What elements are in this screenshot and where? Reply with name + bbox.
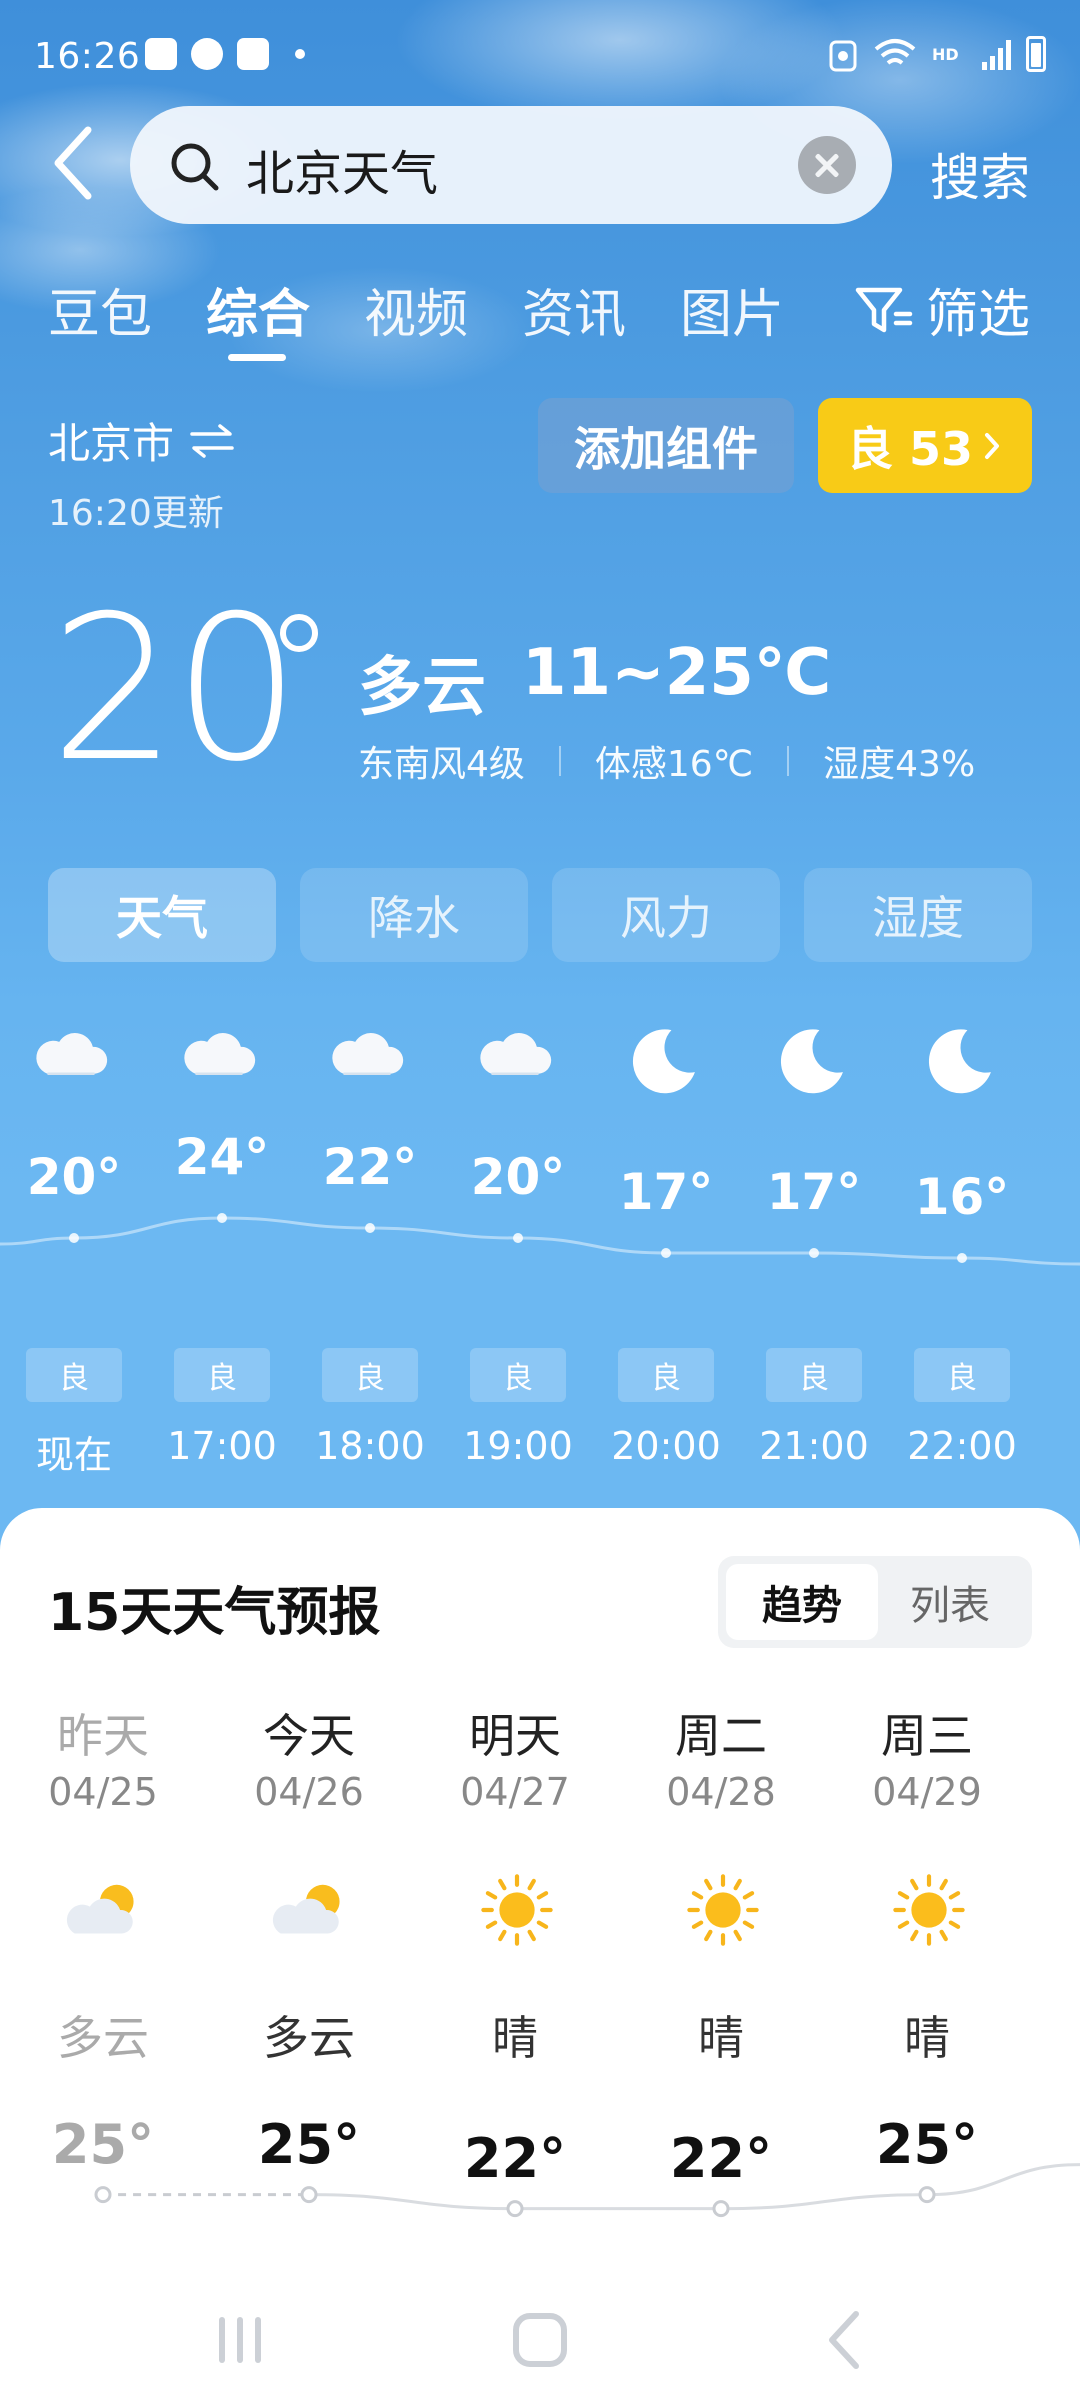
hourly-aqi-chip: 良 xyxy=(618,1348,714,1402)
chevron-left-icon xyxy=(54,126,92,200)
hourly-time: 19:00 xyxy=(463,1424,573,1468)
daily-temperature-curve xyxy=(94,2163,1080,2218)
back-button[interactable] xyxy=(40,118,110,208)
hourly-temp: 20° xyxy=(470,1148,566,1206)
hourly-curve-point xyxy=(217,1213,227,1223)
current-details: 东南风4级 体感16℃ 湿度43% xyxy=(358,735,975,787)
hourly-curve-point xyxy=(661,1248,671,1258)
search-button[interactable]: 搜索 xyxy=(930,138,1030,210)
cloud-icon xyxy=(177,1020,267,1100)
current-summary: 多云 11~25℃ xyxy=(358,636,831,728)
hourly-aqi-chip: 良 xyxy=(914,1348,1010,1402)
hourly-time: 18:00 xyxy=(315,1424,425,1468)
hourly-curve-point xyxy=(809,1248,819,1258)
degree-symbol xyxy=(280,614,318,652)
hourly-time: 22:00 xyxy=(907,1424,1017,1468)
segment-wind[interactable]: 风力 xyxy=(552,868,780,962)
hourly-curve-point xyxy=(365,1223,375,1233)
search-query: 北京天气 xyxy=(246,146,439,202)
filter-icon xyxy=(855,287,913,332)
feels-like: 体感16℃ xyxy=(594,744,754,785)
moon-icon xyxy=(769,1020,859,1100)
city-switcher[interactable]: 北京市 xyxy=(48,410,236,471)
cloud-icon xyxy=(29,1020,119,1100)
hourly-aqi-chip: 良 xyxy=(322,1348,418,1402)
clear-search-button[interactable] xyxy=(798,136,856,194)
segment-precipitation[interactable]: 降水 xyxy=(300,868,528,962)
hourly-temp: 24° xyxy=(174,1128,270,1186)
more-notifications-icon xyxy=(295,49,305,59)
city-name: 北京市 xyxy=(48,419,175,468)
moon-icon xyxy=(621,1020,711,1100)
forecast-card: 15天天气预报 趋势 列表 昨天 04/25 多云 25° 今天 04/26 多云 25° 明天… xyxy=(0,1508,1080,2400)
signal-icon xyxy=(982,40,1011,70)
tab-news[interactable]: 资讯 xyxy=(522,272,626,347)
daily-curve-point xyxy=(506,2200,524,2218)
daily-curve-point xyxy=(94,2186,112,2204)
tab-images[interactable]: 图片 xyxy=(680,272,784,347)
recent-apps-button[interactable] xyxy=(219,2317,261,2363)
aqi-label: 良 53 xyxy=(846,421,974,476)
segment-weather[interactable]: 天气 xyxy=(48,868,276,962)
hourly-temperature-curve xyxy=(0,1213,1080,1266)
hourly-aqi-chip: 良 xyxy=(174,1348,270,1402)
hourly-time: 21:00 xyxy=(759,1424,869,1468)
search-icon xyxy=(171,143,219,191)
system-navigation-bar xyxy=(219,2311,859,2369)
sync-icon xyxy=(191,38,223,70)
tab-general[interactable]: 综合 xyxy=(206,272,310,347)
hourly-temp: 22° xyxy=(322,1138,418,1196)
chevron-right-icon xyxy=(985,432,1000,459)
aqi-badge[interactable]: 良 53 xyxy=(818,398,1032,493)
temperature-range: 11~25℃ xyxy=(522,636,832,710)
status-system-icons: HD xyxy=(828,36,1046,72)
divider xyxy=(558,746,561,776)
daily-curve-point xyxy=(300,2186,318,2204)
switch-arrows-icon xyxy=(190,423,234,458)
cloud-icon xyxy=(473,1020,563,1100)
media-icon xyxy=(237,38,269,70)
home-button[interactable] xyxy=(513,2313,567,2367)
tab-doubao[interactable]: 豆包 xyxy=(48,272,152,347)
hourly-time: 现在 xyxy=(35,1433,112,1477)
hourly-aqi-chip: 良 xyxy=(470,1348,566,1402)
hourly-temp: 20° xyxy=(26,1148,122,1206)
tab-video[interactable]: 视频 xyxy=(364,272,468,347)
hourly-time: 17:00 xyxy=(167,1424,277,1468)
update-time: 16:20更新 xyxy=(48,493,224,534)
status-notification-icons xyxy=(145,38,305,70)
svg-text:HD: HD xyxy=(932,45,959,64)
current-temperature: 20 xyxy=(50,573,300,806)
moon-icon xyxy=(917,1020,1007,1100)
wifi-icon xyxy=(874,39,916,65)
filter-button[interactable]: 筛选 xyxy=(854,272,1030,347)
recycle-icon xyxy=(829,40,857,72)
segment-humidity[interactable]: 湿度 xyxy=(804,868,1032,962)
filter-label: 筛选 xyxy=(925,285,1030,345)
daily-curve-point xyxy=(918,2186,936,2204)
humidity: 湿度43% xyxy=(823,744,976,785)
current-condition: 多云 xyxy=(358,651,486,725)
divider xyxy=(787,746,790,776)
hourly-curve-point xyxy=(69,1233,79,1243)
hourly-curve-point xyxy=(957,1253,967,1263)
search-input[interactable]: 北京天气 xyxy=(130,106,892,224)
hourly-curve-point xyxy=(513,1233,523,1243)
wind-info: 东南风4级 xyxy=(358,744,525,785)
hourly-aqi-chip: 良 xyxy=(766,1348,862,1402)
battery-icon xyxy=(1026,36,1046,72)
daily-curve-point xyxy=(712,2200,730,2218)
hourly-aqi-chip: 良 xyxy=(26,1348,122,1402)
cloud-icon xyxy=(325,1020,415,1100)
status-time: 16:26 xyxy=(34,36,141,77)
app-notification-icon xyxy=(145,38,177,70)
add-widget-button[interactable]: 添加组件 xyxy=(538,398,794,493)
hd-icon: HD xyxy=(932,45,959,64)
result-tabs: 豆包 综合 视频 资讯 图片 筛选 xyxy=(0,272,1080,362)
hourly-time: 20:00 xyxy=(611,1424,721,1468)
active-tab-indicator xyxy=(228,354,286,361)
back-nav-button[interactable] xyxy=(829,2311,859,2369)
